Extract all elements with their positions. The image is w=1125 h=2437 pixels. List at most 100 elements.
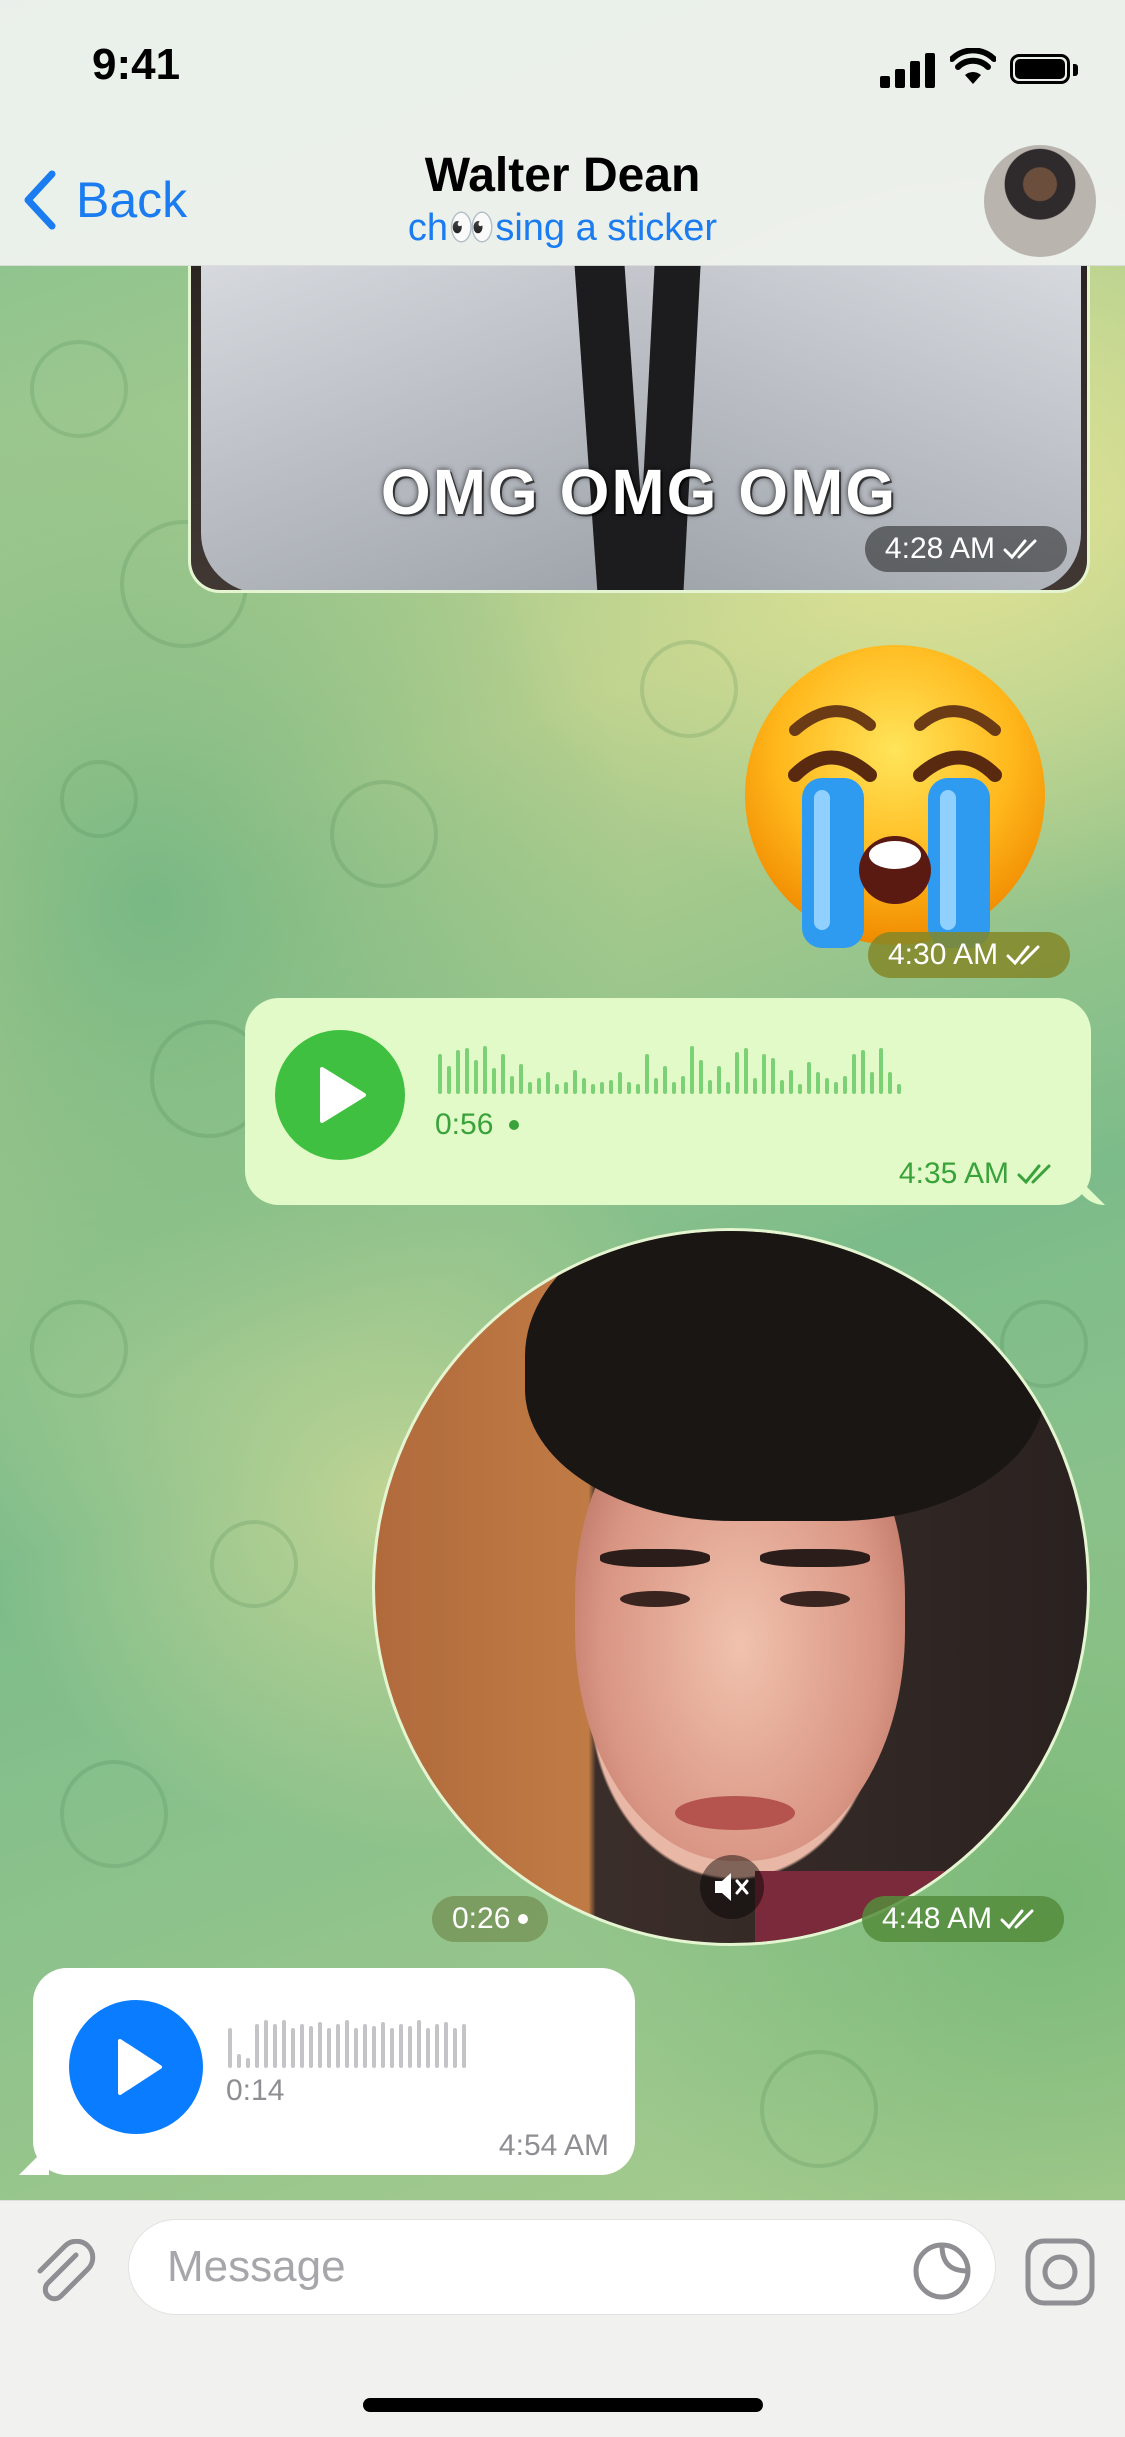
message-time: 4:28 AM	[864, 526, 1067, 572]
video-frame-detail	[780, 1591, 850, 1607]
doodle	[30, 340, 128, 438]
waveform-bar	[834, 1082, 838, 1094]
doodle	[60, 760, 138, 838]
camera-icon[interactable]	[1024, 2237, 1096, 2307]
waveform-bar	[861, 1050, 865, 1094]
waveform-bar	[708, 1080, 712, 1094]
waveform-bar	[264, 2020, 268, 2068]
waveform-bar	[453, 2028, 457, 2068]
signal-icon	[880, 52, 936, 88]
navigation-header: 9:41 Back Walter Dean ch👀sing a sticker	[0, 0, 1125, 266]
waveform-bar	[672, 1082, 676, 1094]
waveform-bar	[879, 1048, 883, 1094]
double-check-icon	[1000, 1909, 1034, 1930]
video-frame-detail	[675, 1796, 795, 1830]
waveform-bar	[645, 1054, 649, 1094]
waveform-bar	[807, 1062, 811, 1094]
voice-message-incoming: 0:14 4:54 AM	[19, 1968, 635, 2175]
play-button[interactable]	[275, 1030, 405, 1160]
play-icon	[320, 1067, 366, 1123]
waveform-bar	[582, 1078, 586, 1094]
mute-icon	[715, 1873, 749, 1901]
waveform-bar	[237, 2054, 241, 2068]
waveform-bar	[327, 2028, 331, 2068]
waveform-bar	[336, 2024, 340, 2068]
waveform-bar	[372, 2026, 376, 2068]
gif-message[interactable]: OMG OMG OMG 4:28 AM	[188, 265, 1090, 593]
waveform-bar	[318, 2022, 322, 2068]
voice-waveform[interactable]	[228, 2018, 466, 2068]
waveform-bar	[699, 1060, 703, 1094]
chat-title[interactable]: Walter Dean	[0, 148, 1125, 203]
mute-button[interactable]	[700, 1855, 764, 1919]
waveform-bar	[600, 1082, 604, 1094]
waveform-bar	[426, 2028, 430, 2068]
waveform-bar	[843, 1076, 847, 1094]
sticker-icon[interactable]	[912, 2241, 972, 2301]
waveform-bar	[465, 1048, 469, 1094]
play-button[interactable]	[69, 2000, 203, 2134]
waveform-bar	[897, 1084, 901, 1094]
waveform-bar	[555, 1084, 559, 1094]
waveform-bar	[435, 2024, 439, 2068]
voice-duration: 0:56	[435, 1108, 520, 1142]
unplayed-dot	[509, 1120, 520, 1130]
voice-duration: 0:14	[226, 2074, 285, 2107]
waveform-bar	[780, 1080, 784, 1094]
voice-waveform[interactable]	[438, 1044, 901, 1094]
waveform-bar	[789, 1070, 793, 1094]
waveform-bar	[762, 1054, 766, 1094]
waveform-bar	[528, 1082, 532, 1094]
avatar[interactable]	[984, 145, 1096, 257]
gif-frame-left	[201, 265, 641, 590]
status-time: 9:41	[92, 40, 181, 89]
waveform-bar	[654, 1078, 658, 1094]
waveform-bar	[399, 2024, 403, 2068]
wifi-icon	[950, 48, 996, 84]
message-input[interactable]	[128, 2219, 996, 2315]
voice-message-outgoing: 0:56 4:35 AM	[245, 998, 1105, 1205]
round-video-message[interactable]	[372, 1228, 1090, 1946]
message-time: 4:54 AM	[498, 2129, 609, 2162]
attach-icon[interactable]	[30, 2239, 100, 2309]
waveform-bar	[609, 1080, 613, 1094]
waveform-bar	[408, 2026, 412, 2068]
waveform-bar	[354, 2028, 358, 2068]
crying-face-sticker[interactable]	[740, 640, 1050, 950]
waveform-bar	[444, 2022, 448, 2068]
waveform-bar	[438, 1054, 442, 1094]
doodle	[640, 640, 738, 738]
waveform-bar	[618, 1072, 622, 1094]
waveform-bar	[852, 1054, 856, 1094]
message-time: 4:35 AM	[899, 1157, 1061, 1191]
waveform-bar	[636, 1084, 640, 1094]
waveform-bar	[888, 1072, 892, 1094]
doodle	[760, 2050, 878, 2168]
waveform-bar	[825, 1078, 829, 1094]
waveform-bar	[492, 1068, 496, 1094]
waveform-bar	[291, 2028, 295, 2068]
waveform-bar	[753, 1078, 757, 1094]
play-icon	[118, 2039, 162, 2095]
waveform-bar	[591, 1084, 595, 1094]
double-check-icon	[1017, 1164, 1051, 1185]
waveform-bar	[474, 1060, 478, 1094]
waveform-bar	[381, 2022, 385, 2068]
waveform-bar	[390, 2028, 394, 2068]
waveform-bar	[456, 1050, 460, 1094]
waveform-bar	[300, 2024, 304, 2068]
video-frame-detail	[620, 1591, 690, 1607]
waveform-bar	[510, 1076, 514, 1094]
waveform-bar	[798, 1084, 802, 1094]
waveform-bar	[870, 1072, 874, 1094]
waveform-bar	[573, 1070, 577, 1094]
double-check-icon	[1003, 539, 1037, 560]
video-frame-detail	[600, 1549, 710, 1567]
waveform-bar	[537, 1078, 541, 1094]
waveform-bar	[309, 2026, 313, 2068]
waveform-bar	[519, 1064, 523, 1094]
waveform-bar	[273, 2024, 277, 2068]
message-time-text: 4:48 AM	[882, 1902, 993, 1935]
waveform-bar	[816, 1072, 820, 1094]
voice-duration-text: 0:56	[435, 1108, 494, 1141]
